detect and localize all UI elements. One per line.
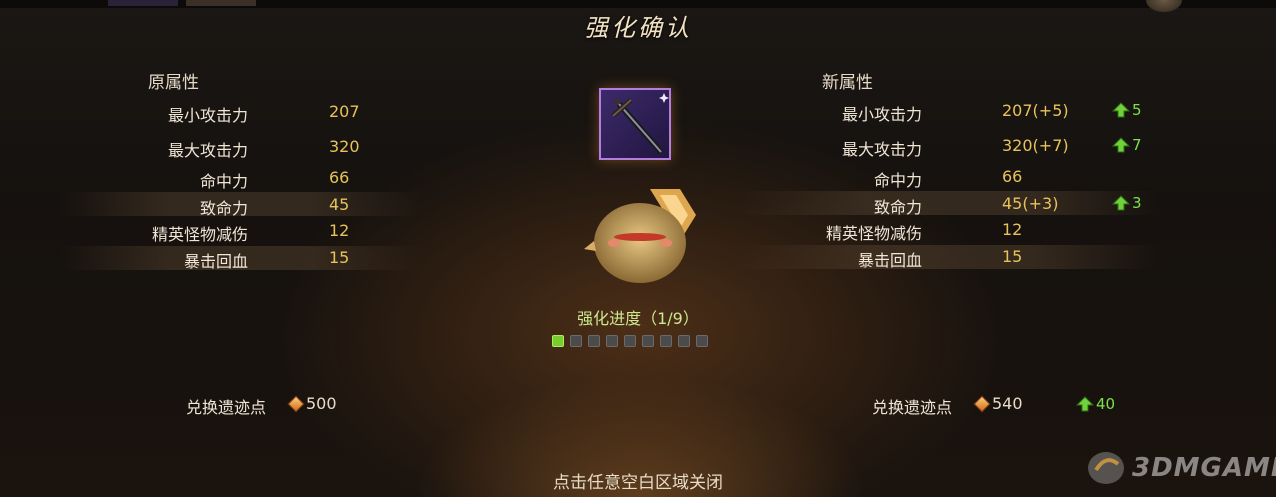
top-strip xyxy=(0,0,1276,12)
new-stat-value: 320(+7) xyxy=(1002,136,1069,155)
close-hint[interactable]: 点击任意空白区域关闭 xyxy=(0,468,1276,493)
old-stat-value: 66 xyxy=(329,168,350,187)
old-stat-value: 15 xyxy=(329,248,350,267)
progress-pip xyxy=(642,335,654,347)
new-stat-label: 致命力 xyxy=(873,198,922,217)
up-arrow-icon xyxy=(1076,396,1094,412)
new-stat-label: 最大攻击力 xyxy=(841,140,922,159)
old-exchange-label: 兑换遗迹点 xyxy=(186,398,267,417)
progress-pip xyxy=(570,335,582,347)
chick-mascot-icon xyxy=(584,189,696,283)
progress-pip xyxy=(696,335,708,347)
new-stat-delta: 3 xyxy=(1112,194,1142,212)
old-stat-label: 最小攻击力 xyxy=(167,106,248,125)
new-attributes-heading: 新属性 xyxy=(822,73,873,93)
old-attributes-heading: 原属性 xyxy=(148,73,199,93)
new-exchange-value: 540 xyxy=(973,394,1023,413)
up-arrow-icon xyxy=(1112,102,1130,118)
dialog-title: 强化确认 xyxy=(584,14,692,42)
progress-pip xyxy=(678,335,690,347)
enhanced-item-slot[interactable] xyxy=(599,88,671,160)
old-exchange-amount: 500 xyxy=(306,394,337,413)
watermark-logo xyxy=(1088,452,1124,484)
watermark: 3DMGAME xyxy=(1086,450,1276,486)
old-stat-value: 320 xyxy=(329,137,360,156)
relic-gem-icon xyxy=(973,395,991,412)
old-exchange-value: 500 xyxy=(287,394,337,413)
new-stat-value: 45(+3) xyxy=(1002,194,1059,213)
new-stat-value: 15 xyxy=(1002,247,1023,266)
new-stat-value: 12 xyxy=(1002,220,1023,239)
delta-value: 40 xyxy=(1096,395,1116,413)
enhance-progress-label: 强化进度（1/9） xyxy=(577,309,699,328)
delta-value: 7 xyxy=(1132,136,1142,154)
delta-value: 3 xyxy=(1132,194,1142,212)
new-stat-delta: 5 xyxy=(1112,101,1142,119)
new-stat-label: 精英怪物减伤 xyxy=(825,224,922,243)
old-stat-label: 致命力 xyxy=(199,199,248,218)
delta-value: 5 xyxy=(1132,101,1142,119)
exchange-delta: 40 xyxy=(1076,395,1115,413)
up-arrow-icon xyxy=(1112,195,1130,211)
old-stat-value: 45 xyxy=(329,195,350,214)
dagger-icon xyxy=(611,93,669,154)
old-stat-value: 207 xyxy=(329,102,360,121)
progress-pip xyxy=(624,335,636,347)
new-stat-label: 最小攻击力 xyxy=(841,105,922,124)
new-exchange-amount: 540 xyxy=(992,394,1023,413)
progress-pip xyxy=(660,335,672,347)
progress-pip xyxy=(552,335,564,347)
new-exchange-label: 兑换遗迹点 xyxy=(872,398,953,417)
new-stat-value: 207(+5) xyxy=(1002,101,1069,120)
new-stat-label: 暴击回血 xyxy=(857,251,922,270)
relic-gem-icon xyxy=(287,395,305,412)
old-stat-label: 命中力 xyxy=(199,172,248,191)
progress-pip xyxy=(606,335,618,347)
new-stat-value: 66 xyxy=(1002,167,1023,186)
progress-pip xyxy=(588,335,600,347)
background-fragment xyxy=(186,0,256,6)
old-stat-label: 最大攻击力 xyxy=(167,141,248,160)
old-stat-value: 12 xyxy=(329,221,350,240)
watermark-text: 3DMGAME xyxy=(1132,453,1276,483)
up-arrow-icon xyxy=(1112,137,1130,153)
old-stat-label: 暴击回血 xyxy=(183,252,248,271)
new-stat-label: 命中力 xyxy=(873,171,922,190)
enhance-progress-pips xyxy=(552,335,708,347)
old-stat-label: 精英怪物减伤 xyxy=(151,225,248,244)
new-stat-delta: 7 xyxy=(1112,136,1142,154)
background-fragment xyxy=(108,0,178,6)
